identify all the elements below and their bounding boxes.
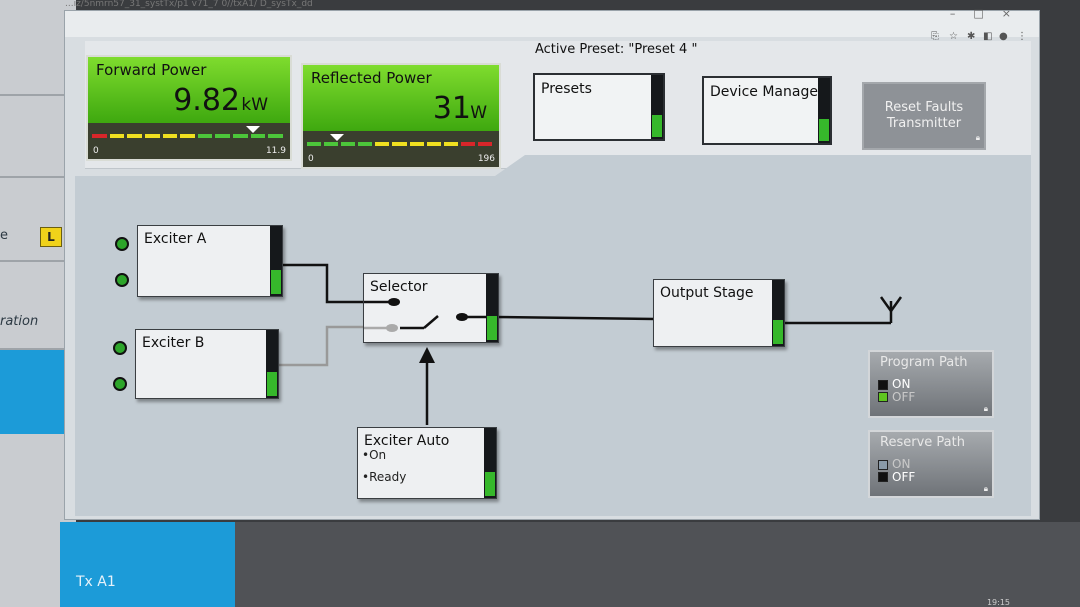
status-strip — [270, 226, 282, 296]
program-path-on: ON — [892, 377, 911, 391]
reserve-path-off: OFF — [892, 470, 916, 484]
off-indicator — [878, 392, 888, 402]
connector-led — [115, 273, 129, 287]
exciter-a-label: Exciter A — [144, 231, 207, 247]
exciter-b-label: Exciter B — [142, 335, 205, 351]
screen: e L ration Tx A1 19:15 ...iz/5nmrn57_31_… — [0, 0, 1080, 607]
reserve-path-on: ON — [892, 457, 911, 471]
exciter-auto-block[interactable]: Exciter Auto •On •Ready — [357, 427, 497, 499]
program-path-toggle[interactable]: Program Path ON OFF 🔒︎ — [868, 350, 994, 418]
connector-led — [115, 237, 129, 251]
exciter-b-block[interactable]: Exciter B — [135, 329, 279, 399]
switch-icon — [364, 298, 488, 332]
side-highlight[interactable] — [0, 350, 64, 434]
tab-tx-a1-label: Tx A1 — [76, 574, 116, 590]
status-strip — [486, 274, 498, 342]
status-led — [487, 316, 497, 340]
tab-tx-a1[interactable] — [60, 522, 235, 607]
selector-block[interactable]: Selector — [363, 273, 499, 343]
exciter-auto-status-on: •On — [362, 448, 387, 462]
on-indicator — [878, 380, 888, 390]
exciter-auto-status-ready: •Ready — [362, 470, 407, 484]
line-exciter-a — [279, 263, 363, 304]
clock: 19:15 — [986, 598, 1010, 607]
lock-icon: 🔒︎ — [983, 484, 988, 493]
lock-icon: 🔒︎ — [983, 404, 988, 413]
status-led — [485, 472, 495, 496]
status-led — [773, 320, 783, 344]
status-strip — [484, 428, 496, 498]
line-exciter-b — [279, 325, 363, 367]
program-path-off: OFF — [892, 390, 916, 404]
on-indicator — [878, 460, 888, 470]
status-strip — [266, 330, 278, 398]
reserve-path-toggle[interactable]: Reserve Path ON OFF 🔒︎ — [868, 430, 994, 498]
line-selector-output — [494, 315, 656, 321]
side-row-text: ration — [0, 314, 39, 329]
connector-led — [113, 377, 127, 391]
output-stage-label: Output Stage — [660, 285, 754, 301]
side-row-letter: e — [0, 228, 8, 243]
side-badge: L — [40, 227, 62, 247]
output-stage-block[interactable]: Output Stage — [653, 279, 785, 347]
connector-led — [113, 341, 127, 355]
exciter-auto-label: Exciter Auto — [364, 433, 450, 449]
url-text[interactable]: ...iz/5nmrn57_31_systTx/p1 v71_7 0//txA1… — [65, 0, 313, 9]
taskbar-area — [235, 522, 1080, 607]
status-led — [271, 270, 281, 294]
status-led — [267, 372, 277, 396]
reserve-path-title: Reserve Path — [880, 435, 965, 450]
arrowhead — [419, 347, 435, 363]
antenna-icon — [889, 296, 903, 312]
exciter-a-block[interactable]: Exciter A — [137, 225, 283, 297]
program-path-title: Program Path — [880, 355, 968, 370]
status-strip — [772, 280, 784, 346]
off-indicator — [878, 472, 888, 482]
app-window: ...iz/5nmrn57_31_systTx/p1 v71_7 0//txA1… — [64, 0, 1040, 520]
